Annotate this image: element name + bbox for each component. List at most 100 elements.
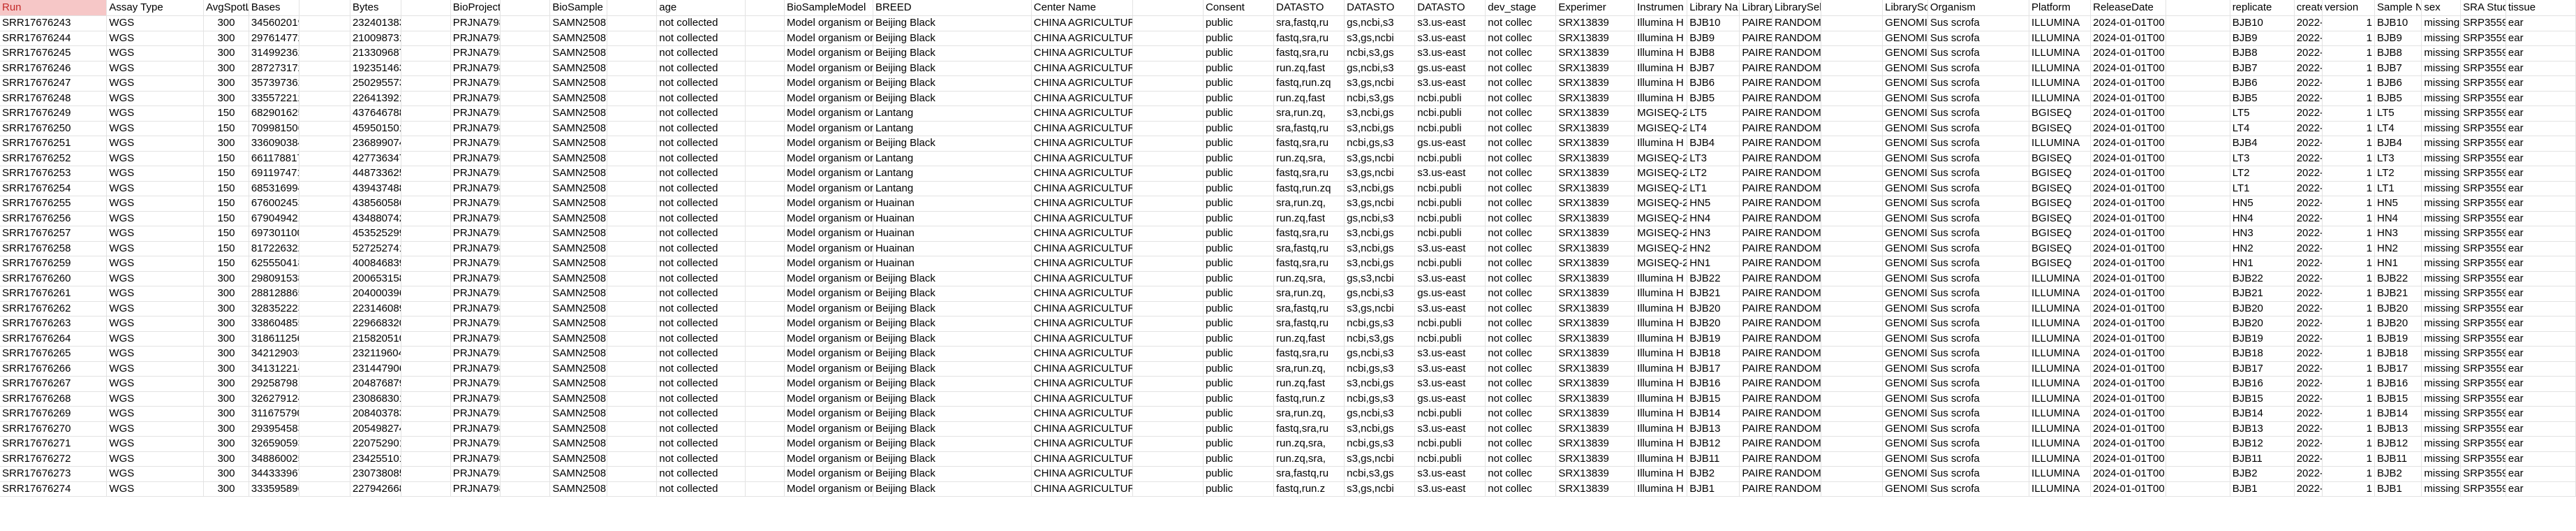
table-cell[interactable]: sra,run.zq, — [1273, 106, 1345, 122]
table-cell[interactable] — [745, 91, 785, 106]
table-cell[interactable]: 2022-01-1 — [2294, 301, 2323, 317]
table-cell[interactable]: SRP35593 — [2460, 301, 2506, 317]
table-cell[interactable]: 2022-01-1 — [2294, 376, 2323, 392]
table-cell[interactable]: GENOMIC — [1882, 316, 1928, 332]
table-cell[interactable]: 32659059300 — [249, 436, 300, 452]
table-cell[interactable]: CHINA AGRICULTURAL UNIV — [1031, 241, 1133, 256]
table-cell[interactable]: SRR17676257 — [0, 226, 108, 242]
table-cell[interactable]: Model organism or a — [784, 331, 873, 347]
table-cell[interactable]: ILLUMINA — [2029, 466, 2092, 482]
table-cell[interactable]: 1 — [2322, 331, 2376, 347]
table-cell[interactable] — [1821, 241, 1883, 256]
table-cell[interactable]: not collec — [1485, 256, 1557, 272]
table-cell[interactable]: SRP35593 — [2460, 271, 2506, 286]
table-cell[interactable]: PRJNA798586 — [450, 376, 501, 392]
table-cell[interactable]: 2024-01-01T00:00:0 — [2090, 451, 2166, 467]
table-cell[interactable]: SRR17676264 — [0, 331, 108, 347]
table-cell[interactable] — [1132, 376, 1204, 392]
table-cell[interactable] — [607, 196, 658, 212]
table-cell[interactable]: 300 — [203, 481, 249, 497]
table-cell[interactable]: 23086830159 — [350, 391, 401, 407]
table-cell[interactable] — [2166, 151, 2230, 166]
table-cell[interactable]: sra,fastq,ru — [1273, 241, 1345, 256]
table-cell[interactable]: 2022-01-1 — [2294, 331, 2323, 347]
table-cell[interactable]: Model organism or a — [784, 466, 873, 482]
table-cell[interactable]: WGS — [106, 211, 205, 226]
table-cell[interactable]: RANDOM PCR — [1772, 391, 1821, 407]
table-cell[interactable] — [607, 286, 658, 302]
table-cell[interactable] — [1132, 45, 1204, 61]
table-cell[interactable]: SAMN25087785 — [549, 481, 607, 497]
table-cell[interactable]: BJB12 — [1687, 436, 1740, 452]
table-cell[interactable]: missing — [2421, 406, 2462, 422]
table-cell[interactable]: missing — [2421, 316, 2462, 332]
table-cell[interactable]: 52725274177 — [350, 241, 401, 256]
table-cell[interactable]: ncbi,gs,s3 — [1344, 436, 1416, 452]
table-cell[interactable]: not collec — [1485, 286, 1557, 302]
table-cell[interactable]: PAIRED — [1739, 331, 1773, 347]
column-header[interactable]: create_dat — [2294, 0, 2323, 16]
table-cell[interactable]: ILLUMINA — [2029, 301, 2092, 317]
table-cell[interactable]: ear — [2505, 271, 2576, 286]
table-cell[interactable]: CHINA AGRICULTURAL UNIV — [1031, 331, 1133, 347]
table-cell[interactable]: 2024-01-01T00:00:0 — [2090, 181, 2166, 196]
table-cell[interactable]: GENOMIC — [1882, 436, 1928, 452]
table-cell[interactable]: BJB4 — [1687, 136, 1740, 152]
table-cell[interactable] — [500, 271, 551, 286]
table-cell[interactable]: Beijing Black — [873, 75, 1032, 92]
table-row[interactable]: SRR17676249WGS15068290162500 43764678808 P… — [0, 106, 2576, 122]
table-cell[interactable]: not collec — [1485, 346, 1557, 362]
table-cell[interactable]: s3,ncbi,gs — [1344, 241, 1416, 256]
table-cell[interactable]: sra,fastq,ru — [1273, 466, 1345, 482]
table-cell[interactable]: GENOMIC — [1882, 256, 1928, 272]
table-row[interactable]: SRR17676253WGS15069119747100 44873362552 P… — [0, 166, 2576, 182]
table-cell[interactable]: 40084683993 — [350, 256, 401, 272]
table-cell[interactable] — [2166, 166, 2230, 182]
table-cell[interactable]: 300 — [203, 376, 249, 392]
table-cell[interactable]: not collected — [656, 151, 746, 166]
table-cell[interactable]: sra,fastq,ru — [1273, 15, 1345, 31]
table-cell[interactable]: 2024-01-01T00:00:0 — [2090, 406, 2166, 422]
table-cell[interactable]: BJB1 — [1687, 481, 1740, 497]
table-cell[interactable] — [745, 15, 785, 31]
table-cell[interactable] — [1132, 241, 1204, 256]
table-cell[interactable]: 2022-01-1 — [2294, 346, 2323, 362]
table-cell[interactable]: Illumina H — [1634, 316, 1688, 332]
table-cell[interactable]: 1 — [2322, 391, 2376, 407]
table-cell[interactable]: Illumina H — [1634, 286, 1688, 302]
table-cell[interactable]: CHINA AGRICULTURAL UNIV — [1031, 391, 1133, 407]
table-cell[interactable] — [500, 331, 551, 347]
table-cell[interactable]: RANDOM PCR — [1772, 331, 1821, 347]
table-cell[interactable]: 2024-01-01T00:00:0 — [2090, 15, 2166, 31]
table-cell[interactable]: 2024-01-01T00:00:0 — [2090, 436, 2166, 452]
table-cell[interactable]: WGS — [106, 181, 205, 196]
table-cell[interactable]: GENOMIC — [1882, 166, 1928, 182]
table-cell[interactable] — [1821, 391, 1883, 407]
table-cell[interactable]: 1 — [2322, 136, 2376, 152]
table-cell[interactable]: public — [1203, 421, 1275, 437]
table-cell[interactable] — [2166, 466, 2230, 482]
table-cell[interactable] — [1821, 121, 1883, 136]
table-cell[interactable]: BJB2 — [2230, 466, 2295, 482]
table-cell[interactable]: BJB11 — [2374, 451, 2422, 467]
table-cell[interactable]: Model organism or a — [784, 241, 873, 256]
table-cell[interactable]: 23425510163 — [350, 451, 401, 467]
table-cell[interactable]: ear — [2505, 241, 2576, 256]
table-cell[interactable]: Illumina H — [1634, 481, 1688, 497]
table-row[interactable]: SRR17676246WGS30028727317200 19235146384 P… — [0, 61, 2576, 76]
table-cell[interactable]: SAMN25087808 — [549, 241, 607, 256]
table-cell[interactable]: not collec — [1485, 271, 1557, 286]
table-cell[interactable]: s3,gs,ncbi — [1344, 451, 1416, 467]
table-cell[interactable]: Sus scrofa — [1927, 196, 2030, 212]
table-cell[interactable]: RANDOM PCR — [1772, 226, 1821, 242]
table-cell[interactable]: PAIRED — [1739, 91, 1773, 106]
table-cell[interactable]: Sus scrofa — [1927, 481, 2030, 497]
table-cell[interactable]: not collected — [656, 75, 746, 92]
table-cell[interactable]: ILLUMINA — [2029, 481, 2092, 497]
table-cell[interactable]: Beijing Black — [873, 376, 1032, 392]
table-cell[interactable] — [745, 286, 785, 302]
table-cell[interactable]: ILLUMINA — [2029, 391, 2092, 407]
table-cell[interactable]: 150 — [203, 241, 249, 256]
table-cell[interactable]: Lantang — [873, 121, 1032, 136]
table-cell[interactable]: WGS — [106, 421, 205, 437]
